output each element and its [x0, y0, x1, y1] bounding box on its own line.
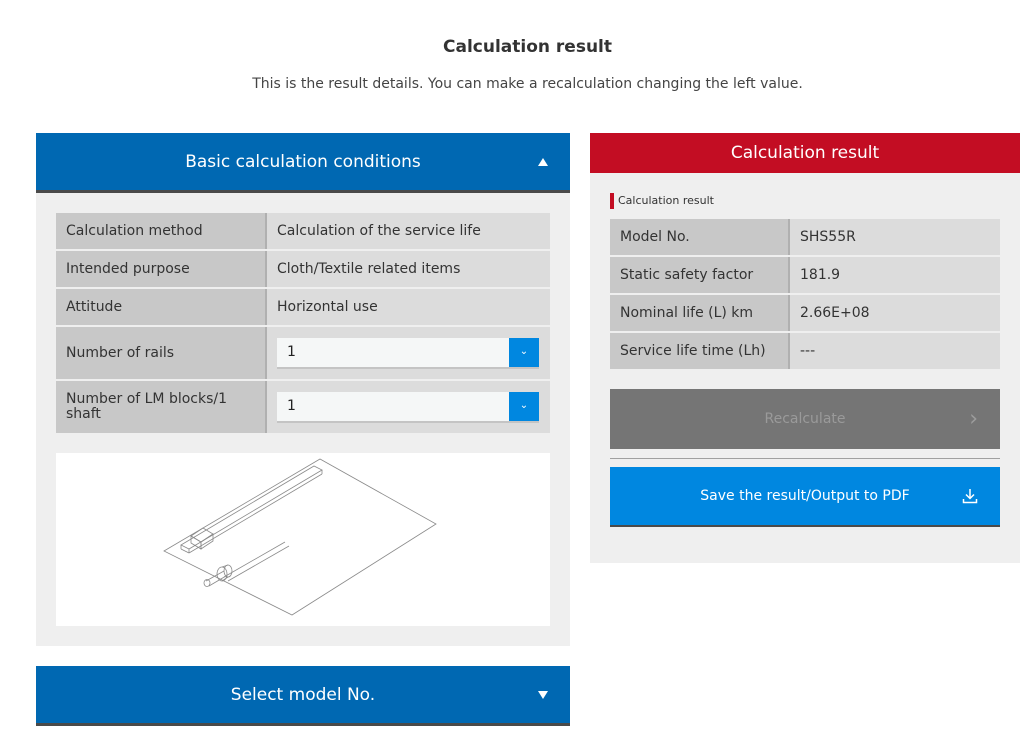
save-pdf-button[interactable]: Save the result/Output to PDF [610, 467, 1000, 527]
number-of-lm-blocks-select[interactable]: 1 ⌄ [277, 391, 539, 423]
dropdown-button[interactable]: ⌄ [509, 337, 539, 367]
row-label: Number of LM blocks/1 shaft [56, 381, 267, 433]
row-value: --- [790, 333, 1000, 369]
row-value: Calculation of the service life [267, 213, 550, 249]
row-value: Horizontal use [267, 289, 550, 325]
lm-block-outline [190, 527, 214, 543]
result-header: Calculation result [590, 133, 1020, 173]
recalculate-button[interactable]: Recalculate › [610, 389, 1000, 449]
collapse-triangle-icon [538, 157, 548, 166]
basic-conditions-panel: Calculation method Calculation of the se… [36, 193, 570, 646]
table-row: Nominal life (L) km 2.66E+08 [610, 295, 1000, 331]
accordion-title: Select model No. [230, 684, 376, 705]
expand-triangle-icon [538, 690, 548, 699]
result-table: Model No. SHS55R Static safety factor 18… [610, 219, 1000, 371]
accordion-title: Basic calculation conditions [185, 151, 421, 172]
basic-conditions-accordion-header[interactable]: Basic calculation conditions [36, 133, 570, 193]
row-label: Number of rails [56, 327, 267, 379]
row-value: 181.9 [790, 257, 1000, 293]
chevron-down-icon: ⌄ [519, 400, 529, 411]
save-pdf-label: Save the result/Output to PDF [700, 488, 910, 504]
chevron-right-icon: › [969, 406, 978, 432]
table-row: Calculation method Calculation of the se… [56, 213, 550, 249]
number-of-rails-select[interactable]: 1 ⌄ [277, 337, 539, 369]
chevron-down-icon: ⌄ [519, 346, 529, 357]
result-section-label: Calculation result [610, 193, 714, 209]
divider [610, 458, 1000, 459]
conditions-table: Calculation method Calculation of the se… [56, 213, 550, 435]
row-label: Service life time (Lh) [610, 333, 790, 369]
row-label: Nominal life (L) km [610, 295, 790, 331]
row-value: SHS55R [790, 219, 1000, 255]
row-label: Static safety factor [610, 257, 790, 293]
horizontal-rail-illustration [163, 458, 437, 616]
page-title: Calculation result [443, 37, 612, 57]
table-row: Attitude Horizontal use [56, 289, 550, 325]
rail-layout-diagram [56, 453, 550, 626]
row-label: Model No. [610, 219, 790, 255]
select-model-accordion-header[interactable]: Select model No. [36, 666, 570, 726]
download-icon [962, 489, 978, 504]
row-label: Calculation method [56, 213, 267, 249]
table-row: Intended purpose Cloth/Textile related i… [56, 251, 550, 287]
page-subtitle: This is the result details. You can make… [252, 76, 803, 92]
calculation-result-panel: Calculation result Calculation result Mo… [590, 133, 1020, 563]
recalculate-label: Recalculate [764, 411, 846, 427]
table-row: Number of LM blocks/1 shaft 1 ⌄ [56, 381, 550, 433]
table-row: Model No. SHS55R [610, 219, 1000, 255]
row-value: 2.66E+08 [790, 295, 1000, 331]
base-plate-outline [163, 458, 437, 616]
table-row: Service life time (Lh) --- [610, 333, 1000, 369]
dropdown-button[interactable]: ⌄ [509, 391, 539, 421]
select-value: 1 [287, 398, 296, 414]
row-label: Attitude [56, 289, 267, 325]
table-row: Static safety factor 181.9 [610, 257, 1000, 293]
table-row: Number of rails 1 ⌄ [56, 327, 550, 379]
rail-outline [180, 465, 323, 550]
row-label: Intended purpose [56, 251, 267, 287]
row-value: Cloth/Textile related items [267, 251, 550, 287]
select-value: 1 [287, 344, 296, 360]
